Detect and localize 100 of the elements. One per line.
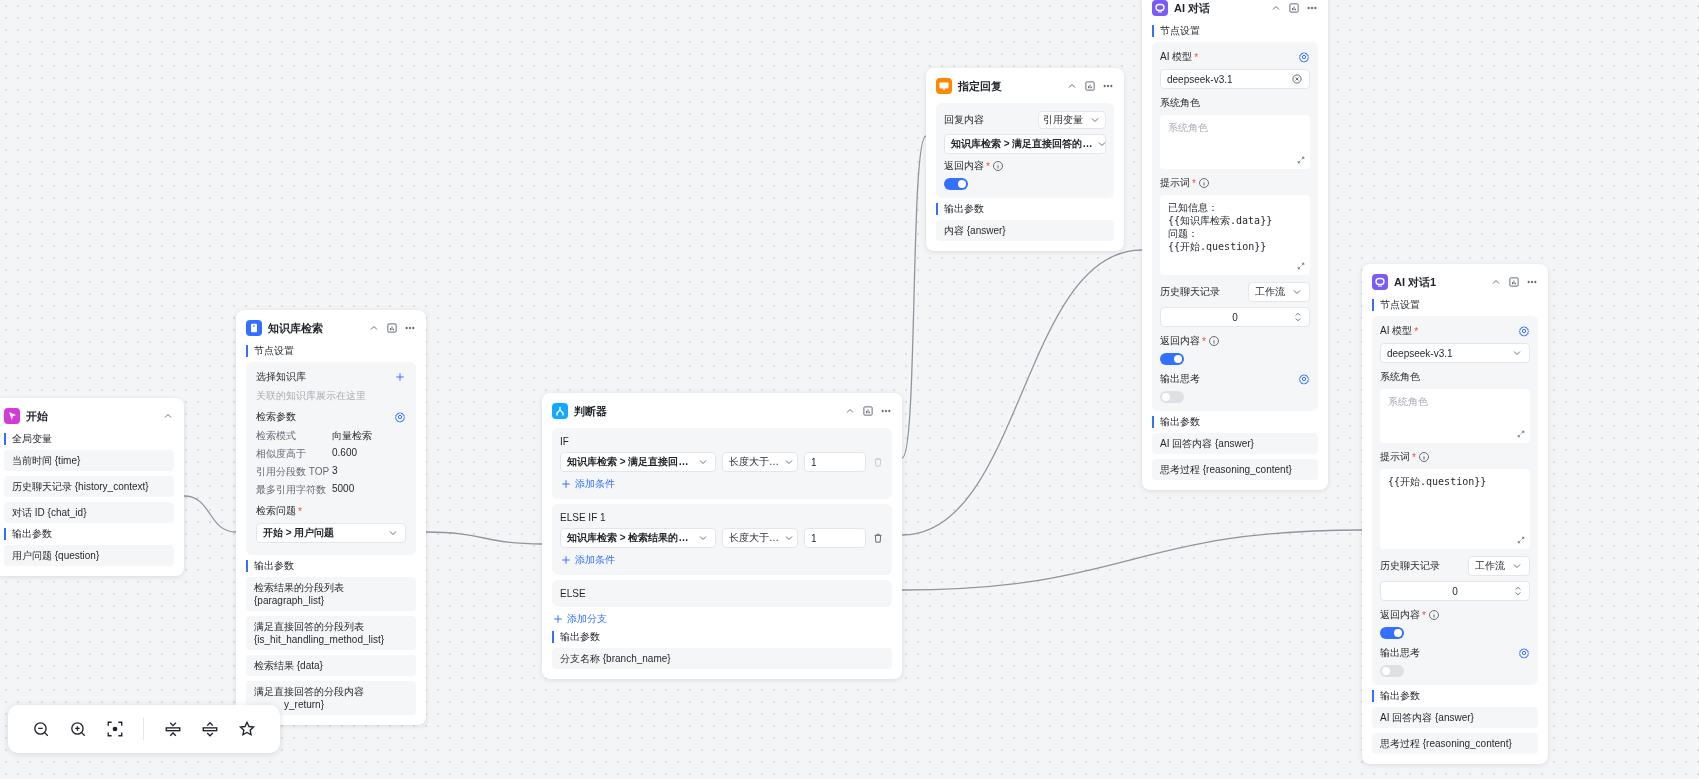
branch-icon: [552, 403, 568, 419]
chart-icon[interactable]: [862, 405, 874, 417]
add-condition-link[interactable]: 添加条件: [560, 553, 615, 567]
param-label: 相似度高于: [256, 447, 307, 461]
star-icon[interactable]: [238, 720, 257, 738]
count-field[interactable]: 0: [1380, 581, 1530, 601]
required-mark: *: [1412, 451, 1416, 463]
role-field[interactable]: 系统角色: [1160, 115, 1310, 169]
operator-select[interactable]: 长度大于…: [722, 528, 798, 548]
toggle-switch[interactable]: [1380, 627, 1404, 639]
settings-icon[interactable]: [1518, 325, 1530, 337]
required-mark: *: [1422, 609, 1426, 621]
required-mark: *: [1414, 325, 1419, 337]
section-heading: 输出参数: [936, 203, 984, 215]
output-item: AI 回答内容 {answer}: [1372, 707, 1538, 728]
section-heading: 输出参数: [4, 528, 52, 540]
plus-icon[interactable]: [394, 371, 406, 383]
field-label: 历史聊天记录: [1160, 285, 1220, 299]
chart-icon[interactable]: [1288, 2, 1300, 14]
field-label: 输出思考: [1380, 646, 1420, 660]
toggle-switch[interactable]: [1160, 391, 1184, 403]
output-item: 思考过程 {reasoning_content}: [1152, 459, 1318, 480]
history-select[interactable]: 工作流: [1468, 556, 1530, 576]
settings-icon[interactable]: [1298, 373, 1310, 385]
clear-icon[interactable]: [1291, 73, 1303, 85]
field-label: 系统角色: [1380, 370, 1420, 384]
node-title: 知识库检索: [268, 320, 323, 336]
history-select[interactable]: 工作流: [1248, 282, 1310, 302]
model-select[interactable]: deepseek-v3.1: [1160, 69, 1310, 89]
section-heading: 输出参数: [1152, 416, 1200, 428]
zoom-out-icon[interactable]: [31, 720, 50, 738]
chart-icon[interactable]: [1084, 80, 1096, 92]
variable-select[interactable]: 知识库检索 > 满足直接回答的…: [944, 134, 1106, 154]
info-icon: [1207, 335, 1220, 347]
param-label: 检索模式: [256, 429, 297, 443]
field-label: 返回内容: [944, 159, 984, 173]
node-title: AI 对话1: [1394, 274, 1437, 290]
toggle-switch[interactable]: [944, 178, 968, 190]
trash-icon[interactable]: [872, 532, 884, 544]
prompt-field[interactable]: {{开始.question}}: [1380, 469, 1530, 549]
expand-all-icon[interactable]: [201, 720, 220, 738]
output-item: 分支名称 {branch_name}: [552, 648, 892, 669]
model-select[interactable]: deepseek-v3.1: [1380, 343, 1530, 363]
prompt-field[interactable]: 已知信息： {{知识库检索.data}} 问题： {{开始.question}}: [1160, 195, 1310, 275]
toggle-switch[interactable]: [1380, 665, 1404, 677]
field-label: 返回内容: [1380, 608, 1420, 622]
add-condition-link[interactable]: 添加条件: [560, 477, 615, 491]
zoom-in-icon[interactable]: [68, 720, 87, 738]
book-icon: [246, 320, 262, 336]
field-label: 提示词: [1160, 176, 1190, 190]
info-icon: [1197, 177, 1210, 189]
variable-select[interactable]: 开始 > 用户问题: [256, 523, 406, 543]
field-label: 回复内容: [944, 113, 984, 127]
expand-icon[interactable]: [1516, 535, 1526, 545]
output-item: 检索结果的分段列表 {paragraph_list}: [246, 577, 416, 611]
add-branch-link[interactable]: 添加分支: [552, 612, 607, 626]
section-heading: 节点设置: [1372, 299, 1420, 311]
field-label: AI 模型: [1160, 50, 1193, 64]
field-label: 检索问题: [256, 504, 296, 518]
required-mark: *: [1202, 335, 1206, 347]
output-item: 满足直接回答的分段列表 {is_hit_handling_method_list}: [246, 616, 416, 650]
expand-icon[interactable]: [1296, 261, 1306, 271]
chart-icon[interactable]: [386, 322, 398, 334]
field-label: 检索参数: [256, 410, 296, 424]
chart-icon[interactable]: [1508, 276, 1520, 288]
output-item: 内容 {answer}: [936, 220, 1114, 241]
settings-icon[interactable]: [1518, 647, 1530, 659]
field-label: 返回内容: [1160, 334, 1200, 348]
field-label: 提示词: [1380, 450, 1410, 464]
param-value: 3: [332, 465, 339, 478]
mode-select[interactable]: 引用变量: [1038, 111, 1106, 129]
plus-icon: [560, 554, 572, 566]
variable-item: 历史聊天记录 {history_context}: [4, 476, 174, 497]
role-field[interactable]: 系统角色: [1380, 389, 1530, 443]
variable-select[interactable]: 知识库检索 > 检索结果的…: [560, 528, 716, 548]
branch-label: ELSE IF 1: [560, 512, 606, 523]
fit-view-icon[interactable]: [106, 720, 125, 738]
count-field[interactable]: 0: [1160, 307, 1310, 327]
expand-icon[interactable]: [1296, 155, 1306, 165]
chat-icon: [1372, 274, 1388, 290]
node-title: 判断器: [574, 403, 607, 419]
output-item: AI 回答内容 {answer}: [1152, 433, 1318, 454]
connector-line: [183, 495, 237, 533]
value-input[interactable]: 1: [804, 528, 866, 548]
branch-label: IF: [560, 436, 569, 447]
collapse-all-icon[interactable]: [163, 720, 182, 738]
section-heading: 节点设置: [246, 345, 294, 357]
settings-icon[interactable]: [394, 411, 406, 423]
plus-icon: [552, 613, 564, 625]
section-heading: 输出参数: [552, 631, 600, 643]
output-item: 思考过程 {reasoning_content}: [1372, 733, 1538, 754]
settings-icon[interactable]: [1298, 51, 1310, 63]
section-heading: 输出参数: [246, 560, 294, 572]
toggle-switch[interactable]: [1160, 353, 1184, 365]
variable-item: 用户问题 {question}: [4, 545, 174, 566]
field-label: 历史聊天记录: [1380, 559, 1440, 573]
field-label: 系统角色: [1160, 96, 1200, 110]
cursor-icon: [4, 408, 20, 424]
expand-icon[interactable]: [1516, 429, 1526, 439]
param-value: 0.600: [332, 447, 359, 460]
